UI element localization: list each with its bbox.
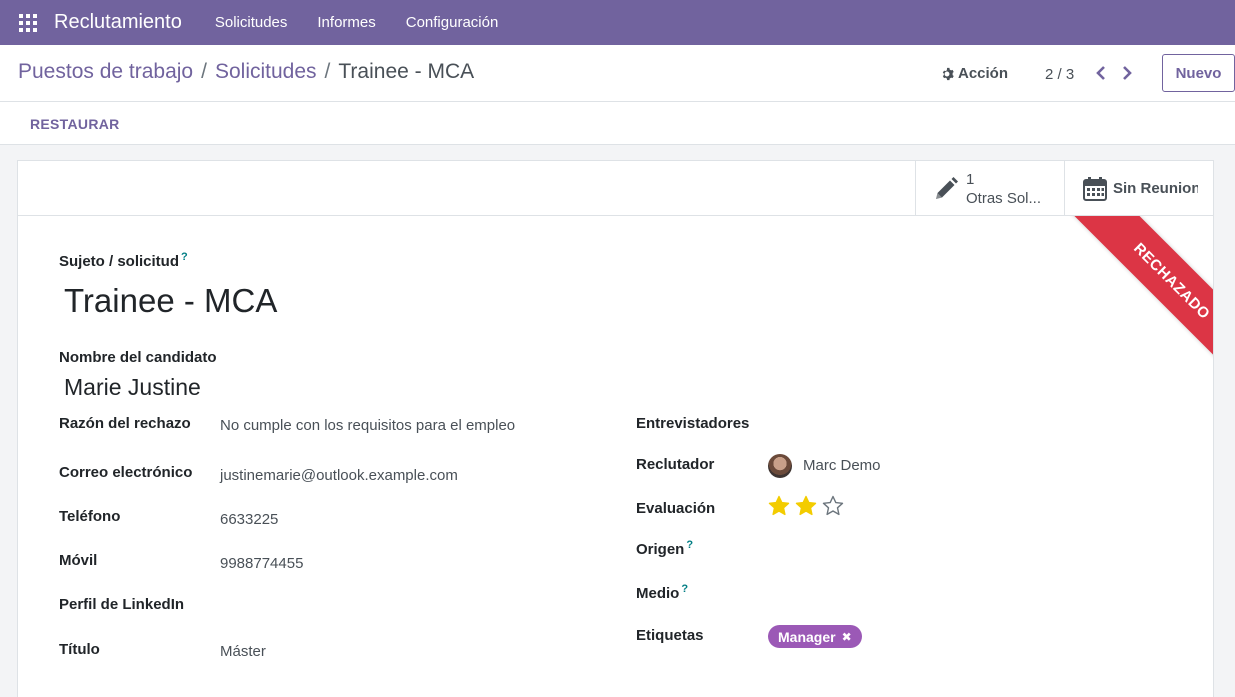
medium-label-text: Medio [636,585,680,602]
candidate-value[interactable]: Marie Justine [64,374,201,401]
other-applications-label: Otras Sol... [966,189,1042,207]
calendar-icon [1083,176,1107,201]
ribbon-label: RECHAZADO [1067,216,1213,386]
subject-label: Sujeto / solicitud? [59,251,188,270]
menu-solicitudes[interactable]: Solicitudes [215,14,288,31]
avatar [768,454,792,478]
help-icon[interactable]: ? [681,583,688,595]
tag-manager[interactable]: Manager ✖ [768,625,862,648]
evaluation-label: Evaluación [636,500,716,517]
recruiter-field[interactable]: Marc Demo [768,454,881,478]
menu-configuracion[interactable]: Configuración [406,14,499,31]
refuse-reason-value[interactable]: No cumple con los requisitos para el emp… [220,417,515,434]
star-filled-icon[interactable] [768,495,790,517]
other-applications-button[interactable]: 1 Otras Sol... [915,161,1065,216]
subject-value[interactable]: Trainee - MCA [64,282,277,320]
degree-field[interactable]: Máster [220,643,266,660]
tag-label: Manager [778,628,836,645]
help-icon[interactable]: ? [181,251,188,263]
star-filled-icon[interactable] [795,495,817,517]
form-statusbar: RESTAURAR [0,102,1235,145]
pencil-icon [936,176,958,199]
refuse-reason-label: Razón del rechazo [59,415,191,432]
top-navbar: Reclutamiento Solicitudes Informes Confi… [0,0,1235,45]
email-label: Correo electrónico [59,464,193,481]
menu-informes[interactable]: Informes [317,14,375,31]
recruiter-label: Reclutador [636,456,715,473]
mobile-label: Móvil [59,552,98,569]
app-brand[interactable]: Reclutamiento [54,11,182,34]
degree-label: Título [59,641,100,658]
breadcrumb-job-positions[interactable]: Puestos de trabajo [18,60,193,84]
breadcrumb-applications[interactable]: Solicitudes [215,60,317,84]
evaluation-stars[interactable] [768,495,844,517]
breadcrumb: Puestos de trabajo / Solicitudes / Train… [18,60,474,84]
control-panel: Puestos de trabajo / Solicitudes / Train… [0,45,1235,102]
status-ribbon: RECHAZADO [1037,216,1213,392]
interviewers-label: Entrevistadores [636,415,750,432]
breadcrumb-current: Trainee - MCA [338,60,475,83]
form-sheet: 1 Otras Sol... Sin Reuniones RECHAZADO [17,160,1214,697]
new-button[interactable]: Nuevo [1162,54,1235,92]
phone-label: Teléfono [59,508,121,525]
tags-label: Etiquetas [636,627,704,644]
candidate-label: Nombre del candidato [59,349,217,366]
linkedin-label: Perfil de LinkedIn [59,596,185,613]
mobile-field[interactable]: 9988774455 [220,555,303,572]
phone-field[interactable]: 6633225 [220,511,278,528]
smart-button-box: 1 Otras Sol... Sin Reuniones [18,161,1213,216]
medium-label: Medio? [636,583,688,602]
breadcrumb-separator: / [324,60,331,83]
help-icon[interactable]: ? [686,539,693,551]
action-menu-button[interactable]: Acción [940,65,1008,82]
pager-value[interactable]: 2 / 3 [1045,66,1074,83]
apps-menu-icon[interactable] [19,13,37,32]
chevron-right-icon[interactable] [1120,64,1134,82]
email-field[interactable]: justinemarie@outlook.example.com [220,467,458,484]
source-label: Origen? [636,539,693,558]
meetings-button[interactable]: Sin Reuniones [1064,161,1213,216]
chevron-left-icon[interactable] [1094,64,1108,82]
star-empty-icon[interactable] [822,495,844,517]
meetings-label: Sin Reuniones [1113,180,1198,197]
source-label-text: Origen [636,541,685,558]
subject-label-text: Sujeto / solicitud [59,253,180,270]
gear-icon [942,67,954,80]
other-applications-count: 1 [966,170,975,188]
tags-field[interactable]: Manager ✖ [768,625,862,648]
breadcrumb-separator: / [201,60,207,83]
recruiter-value: Marc Demo [803,456,881,474]
close-icon[interactable]: ✖ [842,630,852,644]
restore-button[interactable]: RESTAURAR [30,116,120,132]
action-label: Acción [958,65,1009,82]
